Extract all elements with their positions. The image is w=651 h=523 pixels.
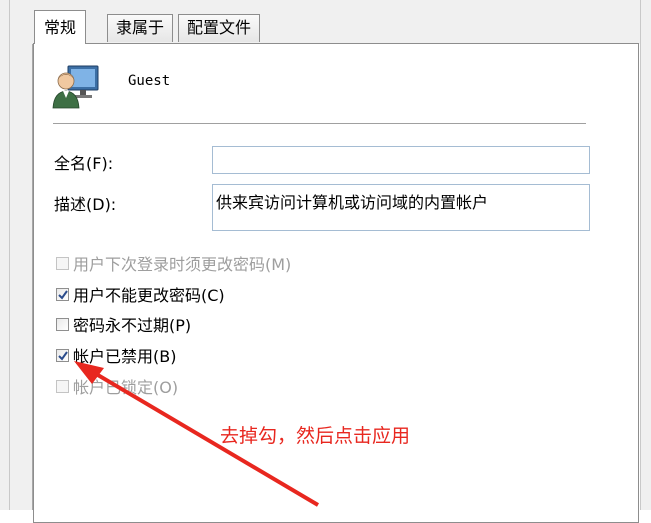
account-disabled-checkbox[interactable]: 帐户已禁用(B) bbox=[56, 345, 177, 366]
password-never-expires-checkbox[interactable]: 密码永不过期(P) bbox=[56, 314, 192, 335]
checkmark-icon bbox=[58, 289, 68, 300]
checkbox-box[interactable] bbox=[56, 379, 69, 393]
checkbox-box[interactable] bbox=[56, 348, 69, 362]
annotation-text: 去掉勾，然后点击应用 bbox=[220, 425, 411, 447]
fullname-input[interactable] bbox=[212, 146, 590, 174]
checkbox-box[interactable] bbox=[56, 256, 69, 270]
username-label: Guest bbox=[128, 73, 171, 89]
checkbox-label: 帐户已禁用(B) bbox=[73, 347, 177, 366]
separator bbox=[53, 123, 586, 125]
tab-member-of[interactable]: 隶属于 bbox=[107, 14, 174, 42]
checkbox-box[interactable] bbox=[56, 287, 69, 301]
checkbox-label: 密码永不过期(P) bbox=[73, 316, 192, 335]
window-left-edge bbox=[0, 0, 33, 510]
tab-general[interactable]: 常规 bbox=[34, 10, 87, 44]
checkmark-icon bbox=[58, 350, 68, 361]
window-right-edge bbox=[640, 0, 651, 510]
account-locked-checkbox[interactable]: 帐户已锁定(O) bbox=[56, 376, 179, 397]
checkbox-label: 用户下次登录时须更改密码(M) bbox=[73, 255, 292, 274]
checkbox-box[interactable] bbox=[56, 317, 69, 331]
cannot-change-password-checkbox[interactable]: 用户不能更改密码(C) bbox=[56, 284, 225, 305]
checkbox-label: 帐户已锁定(O) bbox=[73, 378, 179, 397]
tab-profile[interactable]: 配置文件 bbox=[178, 14, 261, 42]
user-computer-icon bbox=[52, 62, 102, 110]
fullname-label: 全名(F): bbox=[54, 154, 114, 173]
description-input[interactable]: 供来宾访问计算机或访问域的内置帐户 bbox=[212, 184, 590, 231]
description-label: 描述(D): bbox=[54, 195, 117, 214]
checkbox-label: 用户不能更改密码(C) bbox=[73, 286, 225, 305]
must-change-password-checkbox[interactable]: 用户下次登录时须更改密码(M) bbox=[56, 253, 292, 274]
